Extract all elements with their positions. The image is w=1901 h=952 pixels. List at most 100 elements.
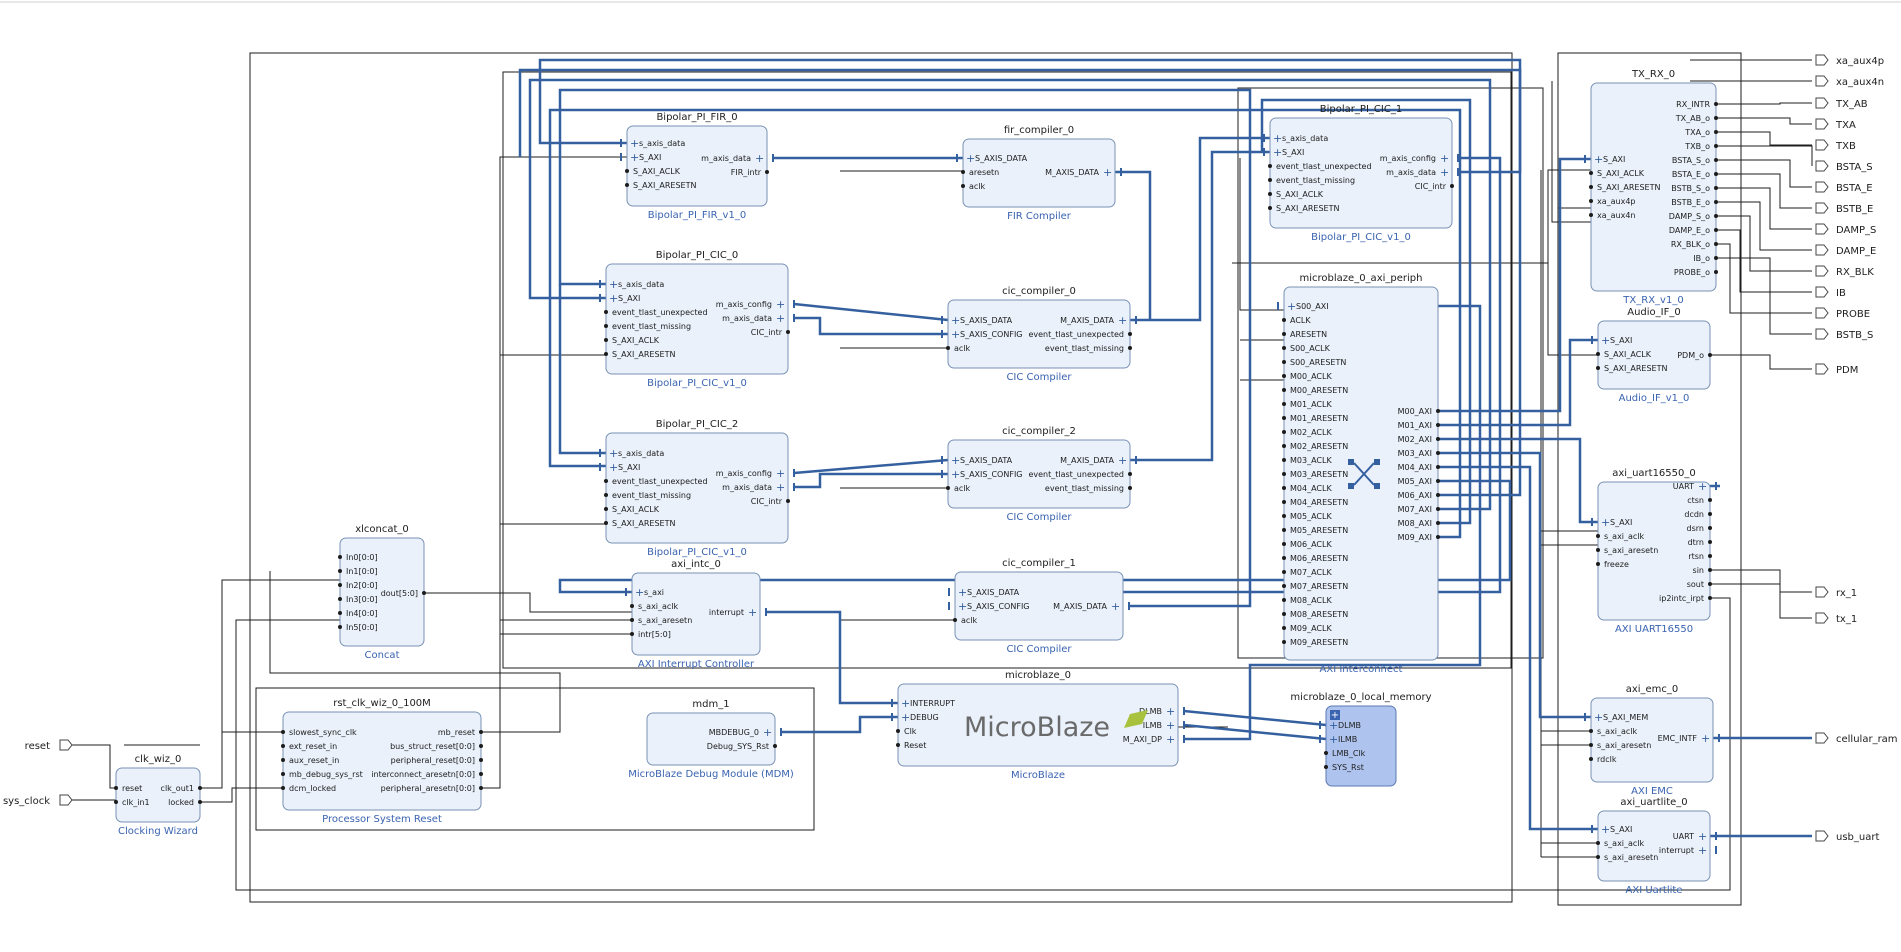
pin-event-tlast-unexpected[interactable]: event_tlast_unexpected bbox=[612, 308, 708, 317]
pin-m02-aresetn[interactable]: M02_ARESETN bbox=[1290, 442, 1348, 451]
pin-mb-debug-sys-rst[interactable]: mb_debug_sys_rst bbox=[289, 770, 363, 779]
expand-pin-icon[interactable]: + bbox=[776, 467, 785, 480]
block-bipolar-pi-fir-0[interactable]: Bipolar_PI_FIR_0Bipolar_PI_FIR_v1_0+ s_ax… bbox=[620, 112, 774, 221]
pin-event-tlast-unexpected[interactable]: event_tlast_unexpected bbox=[612, 477, 708, 486]
pin-sin[interactable]: sin bbox=[1693, 566, 1704, 575]
block-body[interactable] bbox=[646, 712, 776, 766]
pin-ib-o[interactable]: IB_o bbox=[1693, 254, 1710, 263]
pin-s-axi-mem[interactable]: S_AXI_MEM bbox=[1603, 713, 1648, 722]
pin-s-axi[interactable]: s_axi bbox=[644, 588, 664, 597]
expand-pin-icon[interactable]: + bbox=[951, 328, 960, 341]
expand-pin-icon[interactable]: + bbox=[776, 298, 785, 311]
pin-bsta-e-o[interactable]: BSTA_E_o bbox=[1672, 170, 1710, 179]
ip-blocks[interactable]: Bipolar_PI_FIR_0Bipolar_PI_FIR_v1_0+ s_ax… bbox=[114, 69, 1720, 896]
pin-bstb-e-o[interactable]: BSTB_E_o bbox=[1671, 198, 1710, 207]
block-tx-rx-0[interactable]: TX_RX_0 TX_RX_v1_0 + S_AXI S_AXI_ACLK S_AXI_A… bbox=[1584, 69, 1718, 306]
pin-dtrn[interactable]: dtrn bbox=[1688, 538, 1704, 547]
pin-aresetn[interactable]: ARESETN bbox=[1290, 330, 1327, 339]
expand-pin-icon[interactable]: + bbox=[1273, 146, 1282, 159]
expand-pin-icon[interactable]: + bbox=[1166, 733, 1175, 746]
pin-m03-aclk[interactable]: M03_ACLK bbox=[1290, 456, 1332, 465]
block-cic-compiler-1[interactable]: cic_compiler_1CIC Compiler+ S_AXIS_DATA+ S… bbox=[948, 558, 1130, 655]
pin-s-axis-data[interactable]: S_AXIS_DATA bbox=[975, 154, 1028, 163]
expand-pin-icon[interactable]: + bbox=[609, 292, 618, 305]
expand-pin-icon[interactable]: + bbox=[1601, 823, 1610, 836]
pin-clk-in1[interactable]: clk_in1 bbox=[122, 798, 150, 807]
block-axi-emc-0[interactable]: axi_emc_0AXI EMC+ S_AXI_MEMs_axi_aclks_ax… bbox=[1584, 684, 1720, 797]
block-clk-wiz-0[interactable]: clk_wiz_0 Clocking Wizard reset clk_in1 clk_… bbox=[114, 754, 202, 837]
pin-aclk[interactable]: aclk bbox=[969, 182, 986, 191]
expand-pin-icon[interactable]: + bbox=[748, 606, 757, 619]
pin-emc-intf[interactable]: EMC_INTF bbox=[1658, 734, 1698, 743]
pin-s-axi-aresetn[interactable]: S_AXI_ARESETN bbox=[633, 181, 696, 190]
pin-m02-axi[interactable]: M02_AXI bbox=[1398, 435, 1432, 444]
pin-s-axi[interactable]: S_AXI bbox=[1603, 155, 1625, 164]
pin-s-axi-aclk[interactable]: S_AXI_ACLK bbox=[1276, 190, 1324, 199]
pin-m-axis-config[interactable]: m_axis_config bbox=[1380, 154, 1436, 163]
block-axi-intc-0[interactable]: axi_intc_0AXI Interrupt Controller+ s_axi… bbox=[625, 559, 767, 670]
pin-xa-aux4n[interactable]: xa_aux4n bbox=[1597, 211, 1636, 220]
pin-event-tlast-missing[interactable]: event_tlast_missing bbox=[1045, 344, 1124, 353]
block-rst-clk-wiz-0-100m[interactable]: rst_clk_wiz_0_100M Processor System Reset… bbox=[281, 698, 483, 825]
pin-debug[interactable]: DEBUG bbox=[910, 713, 939, 722]
pin-dlmb[interactable]: DLMB bbox=[1338, 721, 1361, 730]
pin-aux-reset-in[interactable]: aux_reset_in bbox=[289, 756, 339, 765]
expand-pin-icon[interactable]: + bbox=[1440, 152, 1449, 165]
pin-cic-intr[interactable]: CIC_intr bbox=[751, 497, 783, 506]
pin-uart[interactable]: UART bbox=[1673, 832, 1694, 841]
expand-pin-icon[interactable]: + bbox=[763, 726, 772, 739]
pin-s-axis-config[interactable]: S_AXIS_CONFIG bbox=[967, 602, 1030, 611]
pin-event-tlast-missing[interactable]: event_tlast_missing bbox=[612, 322, 691, 331]
pin-m-axis-data[interactable]: M_AXIS_DATA bbox=[1060, 316, 1114, 325]
pin-m03-axi[interactable]: M03_AXI bbox=[1398, 449, 1432, 458]
expand-pin-icon[interactable]: + bbox=[901, 697, 910, 710]
pin-bstb-s-o[interactable]: BSTB_S_o bbox=[1671, 184, 1710, 193]
pin-aclk[interactable]: aclk bbox=[954, 344, 971, 353]
expand-pin-icon[interactable]: + bbox=[1698, 480, 1707, 493]
pin-m09-axi[interactable]: M09_AXI bbox=[1398, 533, 1432, 542]
expand-pin-icon[interactable]: + bbox=[1698, 830, 1707, 843]
pin-s-axis-data[interactable]: S_AXIS_DATA bbox=[960, 316, 1013, 325]
pin-event-tlast-missing[interactable]: event_tlast_missing bbox=[612, 491, 691, 500]
pin-cic-intr[interactable]: CIC_intr bbox=[1415, 182, 1447, 191]
pin-m01-aclk[interactable]: M01_ACLK bbox=[1290, 400, 1332, 409]
pin-m08-aresetn[interactable]: M08_ARESETN bbox=[1290, 610, 1348, 619]
expand-pin-icon[interactable]: + bbox=[1118, 314, 1127, 327]
expand-pin-icon[interactable]: + bbox=[1329, 719, 1338, 732]
pin-rx-blk-o[interactable]: RX_BLK_o bbox=[1671, 240, 1710, 249]
pin-s00-aclk[interactable]: S00_ACLK bbox=[1290, 344, 1331, 353]
block-body[interactable] bbox=[626, 125, 768, 207]
pin-aclk[interactable]: aclk bbox=[954, 484, 971, 493]
expand-pin-icon[interactable]: + bbox=[951, 314, 960, 327]
port-damp-s[interactable]: DAMP_S bbox=[1815, 223, 1876, 236]
pin-rtsn[interactable]: rtsn bbox=[1688, 552, 1704, 561]
block-cic-compiler-0[interactable]: cic_compiler_0CIC Compiler+ S_AXIS_DATA+ S… bbox=[941, 286, 1137, 383]
pin-s-axi[interactable]: S_AXI bbox=[1282, 148, 1304, 157]
pin-s-axi[interactable]: S_AXI bbox=[1610, 825, 1632, 834]
expand-pin-icon[interactable]: + bbox=[1594, 153, 1603, 166]
pin-s-axi-aclk[interactable]: s_axi_aclk bbox=[1597, 727, 1638, 736]
expand-pin-icon[interactable]: + bbox=[776, 481, 785, 494]
block-bipolar-pi-cic-0[interactable]: Bipolar_PI_CIC_0Bipolar_PI_CIC_v1_0+ s_ax… bbox=[599, 250, 795, 389]
expand-pin-icon[interactable]: + bbox=[1118, 454, 1127, 467]
pin-m-axis-config[interactable]: m_axis_config bbox=[716, 469, 772, 478]
expand-pin-icon[interactable]: + bbox=[609, 447, 618, 460]
block-audio-if-0[interactable]: Audio_IF_0 Audio_IF_v1_0 + S_AXI S_AXI_ACLK S… bbox=[1591, 307, 1712, 404]
pin-pdm-o[interactable]: PDM_o bbox=[1677, 351, 1704, 360]
pin-s-axi-aclk[interactable]: S_AXI_ACLK bbox=[612, 505, 660, 514]
pin-ilmb[interactable]: ILMB bbox=[1143, 721, 1162, 730]
pin-s-axi[interactable]: S_AXI bbox=[1610, 518, 1632, 527]
pin-s-axi-aclk[interactable]: S_AXI_ACLK bbox=[612, 336, 660, 345]
port-txb[interactable]: TXB bbox=[1815, 139, 1856, 152]
pin-dout-5-0[interactable]: dout[5:0] bbox=[381, 589, 418, 598]
pin-clk-out1[interactable]: clk_out1 bbox=[161, 784, 194, 793]
pin-s-axi-aresetn[interactable]: s_axi_aresetn bbox=[638, 616, 692, 625]
pin-s-axi-aclk[interactable]: s_axi_aclk bbox=[638, 602, 679, 611]
block-body[interactable] bbox=[115, 767, 201, 823]
pin-in4-0-0[interactable]: In4[0:0] bbox=[346, 609, 378, 618]
pin-s-axis-data[interactable]: s_axis_data bbox=[639, 139, 685, 148]
pin-m-axis-data[interactable]: m_axis_data bbox=[722, 314, 772, 323]
pin-dcm-locked[interactable]: dcm_locked bbox=[289, 784, 336, 793]
pin-s-axis-data[interactable]: s_axis_data bbox=[618, 449, 664, 458]
pin-txb-o[interactable]: TXB_o bbox=[1684, 142, 1710, 151]
